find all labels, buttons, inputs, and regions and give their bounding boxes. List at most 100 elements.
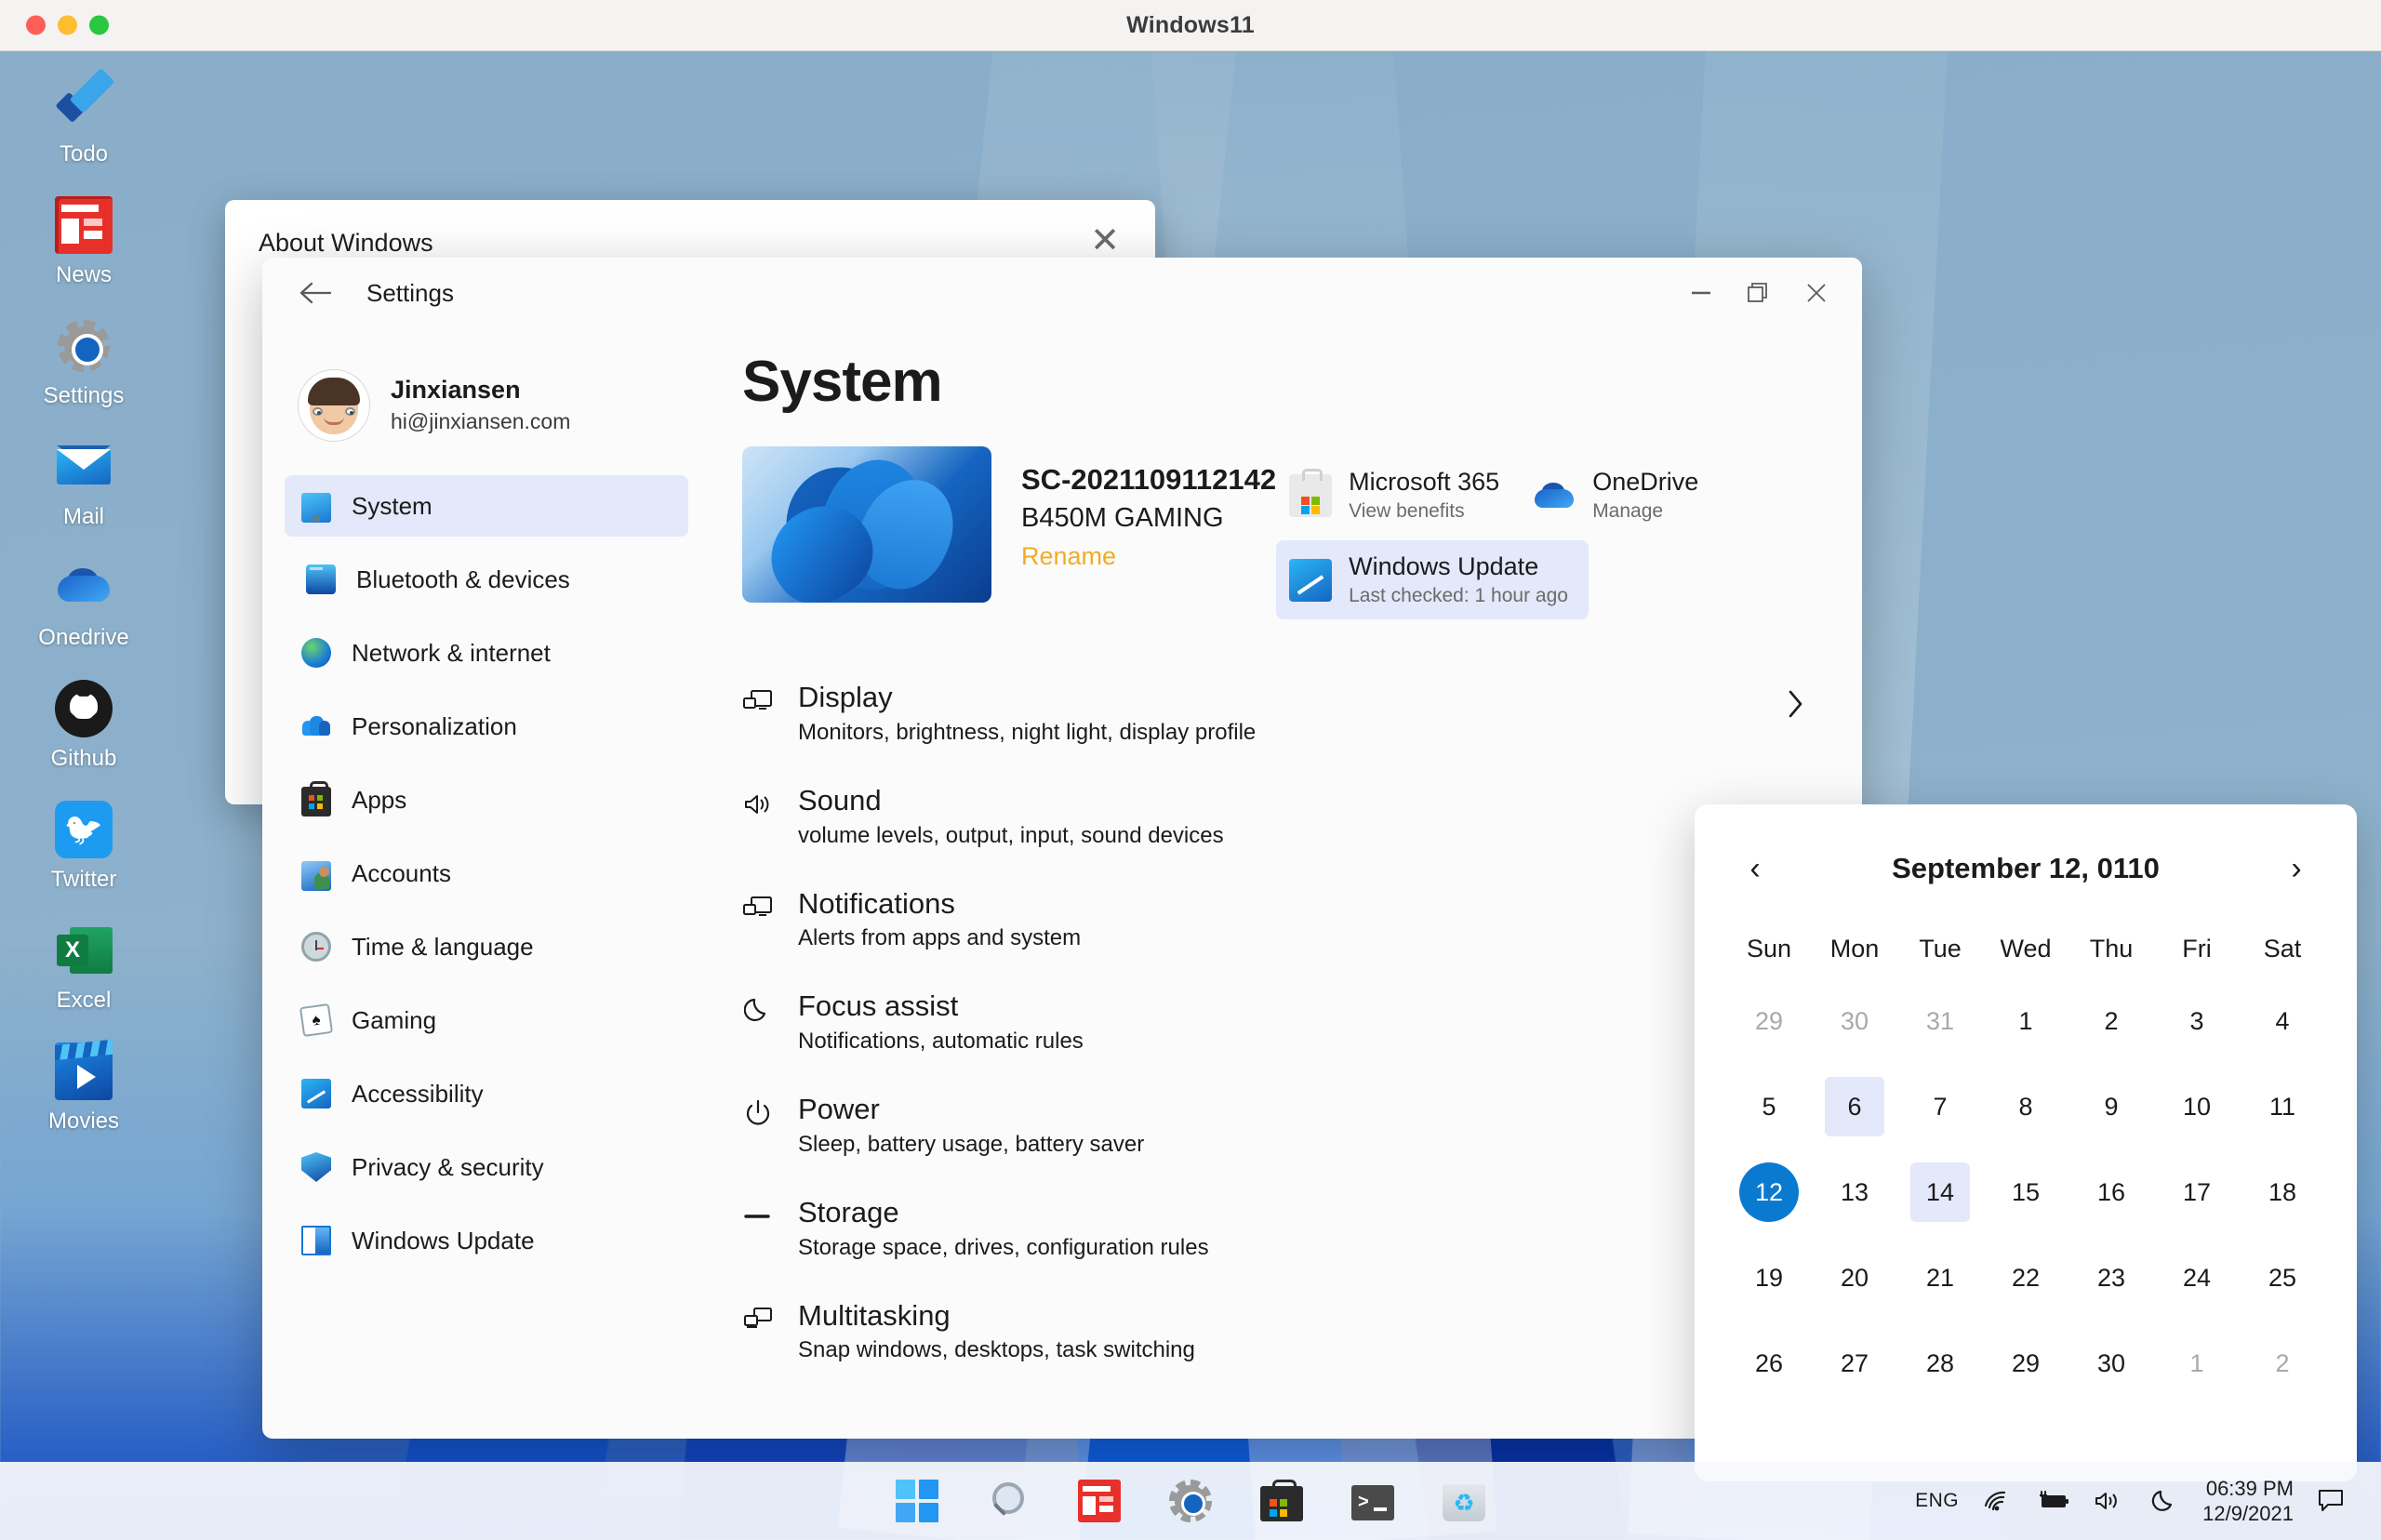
calendar-day[interactable]: 21 [1910, 1248, 1970, 1308]
calendar-day[interactable]: 20 [1825, 1248, 1884, 1308]
search-icon[interactable] [987, 1480, 1030, 1522]
wifi-icon[interactable] [1979, 1485, 2015, 1517]
volume-icon[interactable] [2091, 1485, 2126, 1517]
calendar-day[interactable]: 31 [1910, 991, 1970, 1051]
calendar-day[interactable]: 3 [2167, 991, 2227, 1051]
calendar-day[interactable]: 18 [2253, 1162, 2312, 1222]
desktop-icon-excel[interactable]: Excel [19, 922, 149, 1014]
sidebar-item-time-language[interactable]: Time & language [285, 916, 688, 977]
news-icon[interactable] [1078, 1480, 1121, 1522]
sidebar-item-privacy-security[interactable]: Privacy & security [285, 1136, 688, 1198]
sidebar-item-label: System [352, 491, 432, 520]
calendar-day[interactable]: 12 [1739, 1162, 1799, 1222]
desktop-icon-github[interactable]: Github [19, 680, 149, 772]
calendar-day[interactable]: 28 [1910, 1334, 1970, 1393]
settings-row-storage[interactable]: Storage Storage space, drives, configura… [742, 1179, 1814, 1282]
calendar-day[interactable]: 19 [1739, 1248, 1799, 1308]
calendar-day[interactable]: 22 [1996, 1248, 2055, 1308]
desktop-icon-twitter[interactable]: Twitter [19, 801, 149, 893]
quick-shortcuts: Microsoft 365 View benefits OneDrive Man… [1276, 446, 1814, 620]
desktop-icon-mail[interactable]: Mail [19, 438, 149, 530]
calendar-day[interactable]: 13 [1825, 1162, 1884, 1222]
close-icon[interactable] [1788, 266, 1845, 320]
desktop-icon-todo[interactable]: Todo [19, 68, 149, 167]
rename-link[interactable]: Rename [1021, 539, 1276, 575]
calendar-day[interactable]: 23 [2082, 1248, 2141, 1308]
calendar-day[interactable]: 30 [2082, 1334, 2141, 1393]
calendar-day[interactable]: 16 [2082, 1162, 2141, 1222]
calendar-day[interactable]: 10 [2167, 1077, 2227, 1136]
row-subtitle: volume levels, output, input, sound devi… [798, 822, 1224, 848]
sidebar-item-accounts[interactable]: Accounts [285, 843, 688, 904]
settings-row-sound[interactable]: Sound volume levels, output, input, soun… [742, 767, 1814, 870]
minimize-icon[interactable] [1672, 266, 1730, 320]
close-icon[interactable]: ✕ [1086, 223, 1124, 261]
settings-row-focus-assist[interactable]: Focus assist Notifications, automatic ru… [742, 973, 1814, 1076]
calendar-day[interactable]: 4 [2253, 991, 2312, 1051]
calendar-cell: 19 [1726, 1241, 1812, 1315]
settings-row-power[interactable]: Power Sleep, battery usage, battery save… [742, 1076, 1814, 1179]
chevron-right-icon[interactable] [1786, 688, 1806, 724]
close-window-button[interactable] [26, 15, 46, 35]
sidebar-item-apps[interactable]: Apps [285, 769, 688, 830]
calendar-day[interactable]: 1 [1996, 991, 2055, 1051]
calendar-day[interactable]: 5 [1739, 1077, 1799, 1136]
calendar-day[interactable]: 2 [2253, 1334, 2312, 1393]
calendar-day[interactable]: 8 [1996, 1077, 2055, 1136]
desktop-icon-settings[interactable]: Settings [19, 317, 149, 409]
calendar-day[interactable]: 25 [2253, 1248, 2312, 1308]
tray-clock[interactable]: 06:39 PM 12/9/2021 [2202, 1476, 2294, 1527]
next-month-button[interactable]: › [2268, 840, 2325, 897]
moon-icon[interactable] [2147, 1485, 2182, 1517]
calendar-cell: 26 [1726, 1326, 1812, 1401]
battery-charging-icon[interactable] [2035, 1485, 2070, 1517]
shortcut-windows-update[interactable]: Windows Update Last checked: 1 hour ago [1276, 540, 1589, 620]
zoom-window-button[interactable] [89, 15, 109, 35]
calendar-day[interactable]: 24 [2167, 1248, 2227, 1308]
calendar-day[interactable]: 17 [2167, 1162, 2227, 1222]
calendar-day[interactable]: 27 [1825, 1334, 1884, 1393]
calendar-day[interactable]: 14 [1910, 1162, 1970, 1222]
chat-bubble-icon[interactable] [2314, 1485, 2349, 1517]
gear-icon[interactable] [1169, 1480, 1212, 1522]
store-icon[interactable] [1260, 1479, 1303, 1521]
sidebar-item-accessibility[interactable]: Accessibility [285, 1063, 688, 1124]
sidebar-item-gaming[interactable]: Gaming [285, 989, 688, 1051]
calendar-day[interactable]: 1 [2167, 1334, 2227, 1393]
calendar-day[interactable]: 7 [1910, 1077, 1970, 1136]
sidebar-item-personalization[interactable]: Personalization [285, 696, 688, 757]
calendar-day[interactable]: 11 [2253, 1077, 2312, 1136]
back-arrow-icon[interactable] [296, 273, 335, 312]
minimize-window-button[interactable] [58, 15, 77, 35]
shortcut-microsoft-365[interactable]: Microsoft 365 View benefits [1276, 456, 1520, 535]
calendar-day[interactable]: 2 [2082, 991, 2141, 1051]
sidebar-item-bluetooth-devices[interactable]: Bluetooth & devices [285, 549, 688, 610]
calendar-day[interactable]: 30 [1825, 991, 1884, 1051]
settings-row-display[interactable]: Display Monitors, brightness, night ligh… [742, 664, 1814, 767]
tray-language[interactable]: ENG [1915, 1490, 1959, 1512]
settings-row-notifications[interactable]: Notifications Alerts from apps and syste… [742, 870, 1814, 974]
desktop-icon-news[interactable]: News [19, 196, 149, 288]
settings-row-multitasking[interactable]: Multitasking Snap windows, desktops, tas… [742, 1282, 1814, 1386]
desktop-icon-movies[interactable]: Movies [19, 1039, 149, 1135]
shortcut-onedrive[interactable]: OneDrive Manage [1520, 456, 1719, 535]
sidebar-item-windows-update[interactable]: Windows Update [285, 1210, 688, 1271]
calendar-day[interactable]: 29 [1996, 1334, 2055, 1393]
sidebar-item-network-internet[interactable]: Network & internet [285, 622, 688, 684]
restore-icon[interactable] [1730, 266, 1788, 320]
calendar-day[interactable]: 9 [2082, 1077, 2141, 1136]
terminal-icon[interactable] [1351, 1485, 1394, 1520]
sidebar-item-system[interactable]: System [285, 475, 688, 537]
prev-month-button[interactable]: ‹ [1726, 840, 1784, 897]
recycle-bin-icon[interactable] [1443, 1484, 1485, 1521]
sidebar-item-label: Personalization [352, 711, 517, 740]
onedrive-cloud-icon [1533, 474, 1576, 517]
calendar-day[interactable]: 29 [1739, 991, 1799, 1051]
calendar-day[interactable]: 6 [1825, 1077, 1884, 1136]
user-profile[interactable]: Jinxiansen hi@jinxiansen.com [285, 352, 688, 475]
calendar-day[interactable]: 15 [1996, 1162, 2055, 1222]
notification-icon [742, 892, 774, 923]
windows-start-icon[interactable] [896, 1480, 938, 1522]
calendar-day[interactable]: 26 [1739, 1334, 1799, 1393]
desktop-icon-onedrive[interactable]: Onedrive [19, 559, 149, 651]
